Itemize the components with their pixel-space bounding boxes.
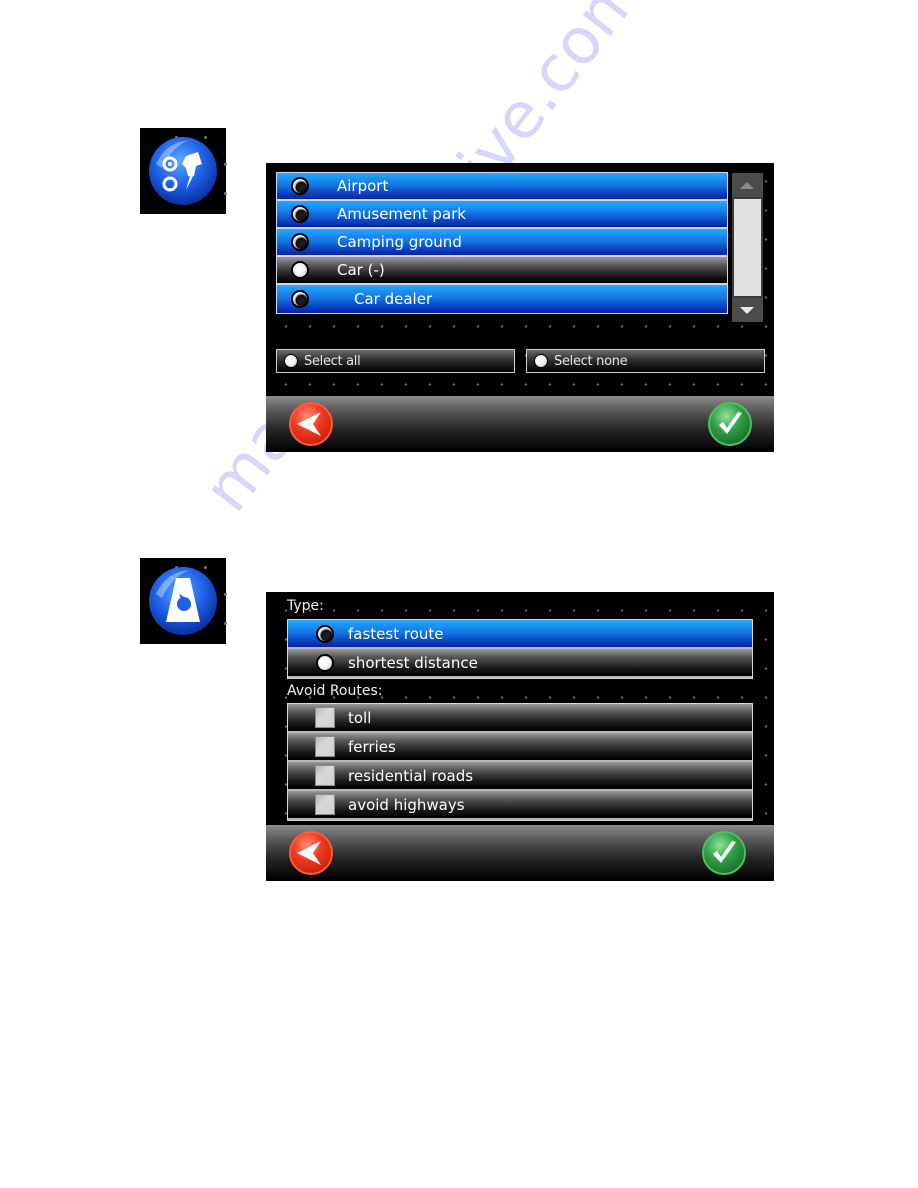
arrow-up-icon [740,182,754,189]
back-arrow-icon [297,841,321,865]
radio-icon[interactable] [291,205,309,223]
avoid-option[interactable]: residential roads [288,762,752,791]
avoid-option[interactable]: avoid highways [288,791,752,820]
scroll-up-button[interactable] [732,173,763,197]
poi-selection-screen: Airport Amusement park Camping ground Ca… [266,163,774,452]
select-none-button[interactable]: Select none [526,349,765,373]
confirm-button[interactable] [702,831,746,875]
back-button[interactable] [289,402,333,446]
list-item-label: Car (-) [337,261,385,279]
list-item-label: Camping ground [337,233,462,251]
avoid-option-label: avoid highways [348,795,465,814]
scroll-down-button[interactable] [732,298,763,322]
list-scrollbar[interactable] [732,173,763,322]
radio-icon [284,354,298,368]
avoid-option-label: residential roads [348,766,474,785]
list-item-label: Airport [337,177,389,195]
route-type-option[interactable]: shortest distance [288,649,752,678]
poi-list: Airport Amusement park Camping ground Ca… [276,172,728,314]
list-item-label: Amusement park [337,205,466,223]
route-type-option[interactable]: fastest route [288,620,752,649]
checkbox[interactable] [315,794,335,815]
type-label: Type: [287,598,324,614]
route-type-label: shortest distance [348,653,478,672]
radio-icon[interactable] [316,624,334,643]
checkbox[interactable] [315,765,335,786]
confirm-button[interactable] [708,402,752,446]
list-item[interactable]: Car (-) [277,257,727,285]
radio-icon[interactable] [316,653,334,672]
checkmark-icon [719,412,742,434]
radio-icon [534,354,548,368]
radio-icon[interactable] [291,261,309,279]
avoid-option[interactable]: ferries [288,733,752,762]
checkbox[interactable] [315,736,335,757]
list-item[interactable]: Camping ground [277,229,727,257]
back-button[interactable] [289,831,333,875]
radio-icon[interactable] [291,177,309,195]
list-item-label: Car dealer [354,290,433,308]
list-item[interactable]: Car dealer [277,285,727,313]
avoid-option[interactable]: toll [288,704,752,733]
avoid-routes-label: Avoid Routes: [287,683,383,699]
select-none-label: Select none [554,353,628,369]
poi-category-icon [140,128,227,214]
checkmark-icon [713,841,736,863]
bottom-toolbar [266,396,774,452]
route-settings-icon [140,558,227,644]
route-options-screen: Type: fastest route shortest distance Av… [266,592,774,881]
back-arrow-icon [297,412,321,436]
select-all-label: Select all [304,353,361,369]
list-item[interactable]: Airport [277,173,727,201]
avoid-routes-list: toll ferries residential roads avoid hig… [287,703,753,821]
list-item[interactable]: Amusement park [277,201,727,229]
arrow-down-icon [740,307,754,314]
avoid-option-label: toll [348,708,372,727]
scroll-thumb[interactable] [734,199,761,296]
radio-icon[interactable] [291,290,309,308]
radio-icon[interactable] [291,233,309,251]
bottom-toolbar [266,825,774,881]
route-type-list: fastest route shortest distance [287,619,753,679]
route-type-label: fastest route [348,624,444,643]
checkbox[interactable] [315,707,335,728]
avoid-option-label: ferries [348,737,396,756]
select-all-button[interactable]: Select all [276,349,515,373]
